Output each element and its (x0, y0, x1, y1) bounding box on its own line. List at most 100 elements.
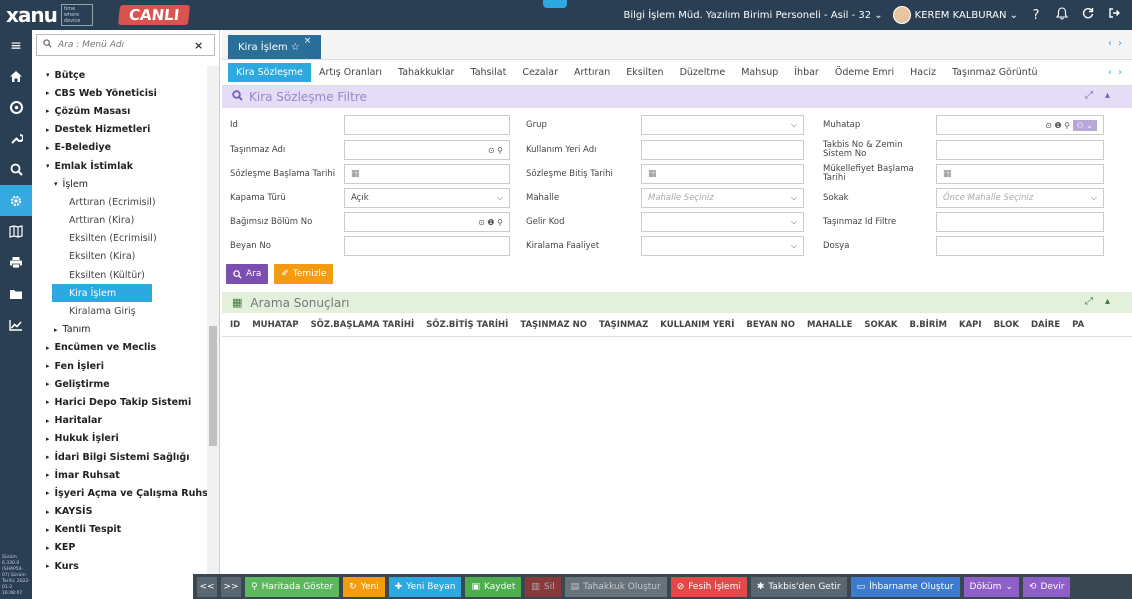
search-icon[interactable] (0, 154, 32, 185)
folder-icon[interactable] (0, 278, 32, 309)
search-button[interactable]: Ara (226, 264, 269, 284)
subtab[interactable]: Taşınmaz Görüntü (944, 63, 1046, 82)
subtab[interactable]: İhbar (786, 63, 827, 82)
menu-item[interactable]: ▸ Tanım (32, 321, 208, 339)
subtab[interactable]: Arttıran (566, 63, 618, 82)
muhatap-actions[interactable]: ⊙ ❶ ⚲ ⚇ ⌄ (1045, 119, 1097, 131)
print-dropdown[interactable]: Döküm ⌄ (963, 576, 1019, 597)
menu-item[interactable]: Eksilten (Ecrimisil) (32, 230, 208, 248)
lookup-icons[interactable]: ⊙ ❶ ⚲ (478, 218, 503, 227)
subtab[interactable]: Tahakkuklar (390, 63, 463, 82)
column-header[interactable]: DAİRE (1031, 320, 1072, 330)
menu-item[interactable]: ▸ Haritalar (32, 412, 208, 430)
lookup-icons[interactable]: ⊙ ⚲ (488, 146, 503, 155)
menu-item[interactable]: ▸ Harici Depo Takip Sistemi (32, 393, 208, 411)
create-accrual-button[interactable]: ▤ Tahakkuk Oluştur (564, 576, 667, 597)
dashboard-icon[interactable] (0, 92, 32, 123)
tab-kira-islem[interactable]: Kira İşlem ☆ × (228, 35, 322, 59)
menu-item[interactable]: Arttıran (Ecrimisil) (32, 193, 208, 211)
subtab[interactable]: Düzeltme (672, 63, 734, 82)
tab-scroll-arrows[interactable]: ‹› (1108, 38, 1128, 49)
subtab[interactable]: Ödeme Emri (827, 63, 902, 82)
calendar-icon[interactable]: ▦ (351, 169, 360, 179)
menu-item[interactable]: ▸ Destek Hizmetleri (32, 121, 208, 139)
menu-item[interactable]: ▸ CBS Web Yöneticisi (32, 84, 208, 102)
save-button[interactable]: ▣ Kaydet (465, 576, 522, 597)
muhatap-field[interactable]: ⊙ ❶ ⚲ ⚇ ⌄ (936, 115, 1104, 135)
menu-scroll-thumb[interactable] (209, 326, 217, 446)
column-header[interactable]: B.BİRİM (910, 320, 960, 330)
help-icon[interactable]: ? (1028, 8, 1044, 23)
menu-item[interactable]: ▸ Fen İşleri (32, 357, 208, 375)
menu-item[interactable]: Kira İşlem (52, 284, 152, 303)
mahalle-select[interactable]: Mahalle Seçiniz ⌵ (641, 188, 804, 208)
settings-icon[interactable] (0, 185, 32, 216)
column-header[interactable]: BEYAN NO (746, 320, 807, 330)
subtab[interactable]: Artış Oranları (311, 63, 390, 82)
menu-item[interactable]: ▸ Encümen ve Meclis (32, 339, 208, 357)
menu-item[interactable]: ▸ KEP (32, 539, 208, 557)
user-menu[interactable]: KEREM KALBURAN ⌄ (892, 6, 1018, 24)
panel-controls[interactable]: ⤢▴ (1085, 296, 1122, 307)
menu-item[interactable]: Arttıran (Kira) (32, 212, 208, 230)
bagimsiz-bolum-field[interactable]: ⊙ ❶ ⚲ (344, 212, 510, 232)
subtab[interactable]: Eksilten (618, 63, 671, 82)
home-icon[interactable] (0, 61, 32, 92)
create-notice-button[interactable]: ▭ İhbarname Oluştur (850, 576, 960, 597)
subtab[interactable]: Haciz (902, 63, 944, 82)
close-icon[interactable]: × (304, 36, 312, 46)
menu-item[interactable]: ▸ Kentli Tespit (32, 521, 208, 539)
column-header[interactable]: BLOK (994, 320, 1031, 330)
logout-icon[interactable] (1106, 7, 1122, 23)
menu-item[interactable]: ▸ E-Belediye (32, 139, 208, 157)
delete-button[interactable]: ▥ Sil (525, 576, 561, 597)
subtab-scroll-arrows[interactable]: ‹› (1108, 67, 1128, 78)
subtab[interactable]: Mahsup (733, 63, 786, 82)
soz-baslama-date[interactable]: ▦ (344, 164, 510, 184)
transfer-button[interactable]: ⟲ Devir (1022, 576, 1071, 597)
menu-item[interactable]: ▸ Hukuk İşleri (32, 430, 208, 448)
kiralama-faaliyet-select[interactable]: ⌵ (641, 236, 804, 256)
menu-item[interactable]: ▸ İdari Bilgi Sistemi Sağlığı (32, 448, 208, 466)
column-header[interactable]: SOKAK (864, 320, 909, 330)
sokak-select[interactable]: Önce Mahalle Seçiniz ⌵ (936, 188, 1104, 208)
clear-button[interactable]: ✐ Temizle (274, 264, 334, 284)
dosya-field[interactable] (936, 236, 1104, 256)
fetch-takbis-button[interactable]: ✱ Takbis'den Getir (750, 576, 847, 597)
beyan-no-field[interactable] (344, 236, 510, 256)
soz-bitis-date[interactable]: ▦ (641, 164, 804, 184)
termination-button[interactable]: ⊘ Fesih İşlemi (670, 576, 747, 597)
tasinmaz-adi-field[interactable]: ⊙ ⚲ (344, 140, 510, 160)
kullanim-yeri-field[interactable] (641, 140, 804, 160)
column-header[interactable]: TAŞINMAZ NO (520, 320, 599, 330)
column-header[interactable]: PA (1072, 320, 1096, 330)
menu-item[interactable]: ▸ Kurs (32, 557, 208, 575)
takbis-field[interactable] (936, 140, 1104, 160)
prev-button[interactable]: << (197, 576, 217, 597)
top-pull-tab[interactable] (543, 0, 567, 8)
column-header[interactable]: SÖZ.BİTİŞ TARİHİ (426, 320, 520, 330)
menu-item[interactable]: ▾ Emlak İstimlak (32, 157, 208, 175)
subtab[interactable]: Cezalar (514, 63, 566, 82)
column-header[interactable]: SÖZ.BAŞLAMA TARİHİ (311, 320, 427, 330)
menu-scrollbar[interactable] (207, 66, 219, 598)
column-header[interactable]: MUHATAP (252, 320, 310, 330)
menu-item[interactable]: ▾ İşlem (32, 175, 208, 193)
grup-select[interactable]: ⌵ (641, 115, 804, 135)
new-declaration-button[interactable]: ✚ Yeni Beyan (388, 576, 462, 597)
column-header[interactable]: KULLANIM YERİ (660, 320, 746, 330)
subtab[interactable]: Kira Sözleşme (228, 63, 311, 82)
menu-item[interactable]: Kiralama Giriş (32, 302, 208, 320)
next-button[interactable]: >> (221, 576, 241, 597)
menu-item[interactable]: ▾ Bütçe (32, 66, 208, 84)
menu-item[interactable]: ▸ Geliştirme (32, 375, 208, 393)
kapama-turu-select[interactable]: Açık ⌵ (344, 188, 510, 208)
gelir-kod-select[interactable]: ⌵ (641, 212, 804, 232)
menu-item[interactable]: ▸ İşyeri Açma ve Çalışma Ruhsat T (32, 484, 208, 502)
menu-item[interactable]: ▸ İmar Ruhsat (32, 466, 208, 484)
new-button[interactable]: ↻ Yeni (343, 576, 385, 597)
column-header[interactable]: KAPI (959, 320, 994, 330)
mukellefiyet-date[interactable]: ▦ (936, 164, 1104, 184)
menu-item[interactable]: Eksilten (Kültür) (32, 266, 208, 284)
menu-item[interactable]: ▸ Çözüm Masası (32, 102, 208, 120)
